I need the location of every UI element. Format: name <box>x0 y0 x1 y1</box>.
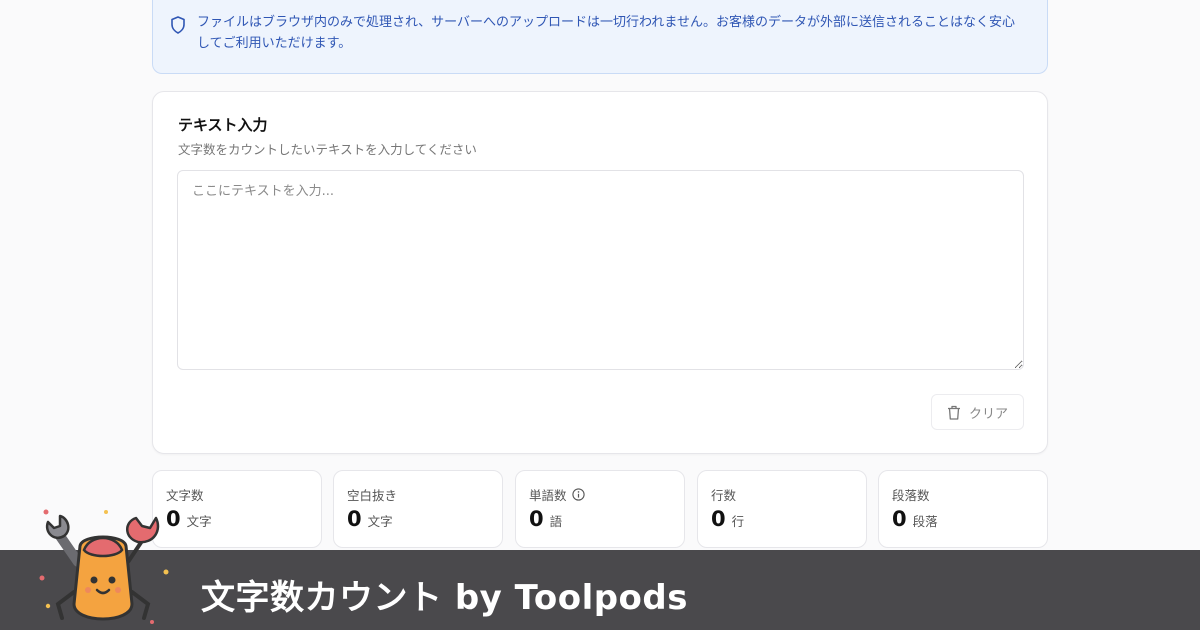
stat-unit: 文字 <box>367 514 393 529</box>
stats-row: 文字数 0 文字 空白抜き 0 文字 単語数 0語 行数 0行 段落数 0 段落 <box>152 470 1048 548</box>
footer-title: 文字数カウント by Toolpods <box>201 578 688 618</box>
stat-line-count: 行数 0行 <box>697 470 867 548</box>
stat-label-text: 空白抜き <box>347 488 398 503</box>
stat-word-count: 単語数 0語 <box>515 470 685 548</box>
footer-banner: 文字数カウント by Toolpods <box>0 550 1200 630</box>
stat-value: 0 <box>711 507 726 531</box>
text-input-card: テキスト入力 文字数をカウントしたいテキストを入力してください クリア <box>152 91 1048 454</box>
stat-unit: 段落 <box>912 514 938 529</box>
stat-unit: 行 <box>731 514 745 529</box>
trash-icon <box>947 405 960 420</box>
stat-paragraph-count: 段落数 0 段落 <box>878 470 1048 548</box>
stat-label: 空白抜き <box>347 485 397 504</box>
stat-label-text: 単語数 <box>529 488 567 503</box>
shield-icon <box>171 16 185 34</box>
card-subtitle: 文字数をカウントしたいテキストを入力してください <box>178 142 477 157</box>
stat-value: 0 <box>892 507 907 531</box>
stat-label-text: 行数 <box>711 488 737 503</box>
text-input-area[interactable] <box>177 170 1024 370</box>
stat-label: 段落数 <box>892 485 930 504</box>
clear-button-label: クリア <box>968 406 1008 422</box>
stat-label-text: 段落数 <box>892 488 930 503</box>
info-icon[interactable] <box>571 488 585 501</box>
stat-value: 0 <box>529 507 544 531</box>
stat-label: 単語数 <box>529 485 585 504</box>
stat-unit: 語 <box>549 514 563 529</box>
stat-label: 行数 <box>711 485 736 504</box>
stat-value: 0 <box>347 507 362 531</box>
stat-no-space-count: 空白抜き 0 文字 <box>333 470 503 548</box>
clear-button[interactable]: クリア <box>931 394 1024 430</box>
crab-mascot-logo <box>39 509 169 624</box>
privacy-notice-text: ファイルはブラウザ内のみで処理され、サーバーへのアップロードは一切行われません。… <box>197 15 1015 51</box>
card-title: テキスト入力 <box>178 116 268 134</box>
stat-unit: 文字 <box>186 514 212 529</box>
privacy-notice: ファイルはブラウザ内のみで処理され、サーバーへのアップロードは一切行われません。… <box>152 0 1048 74</box>
